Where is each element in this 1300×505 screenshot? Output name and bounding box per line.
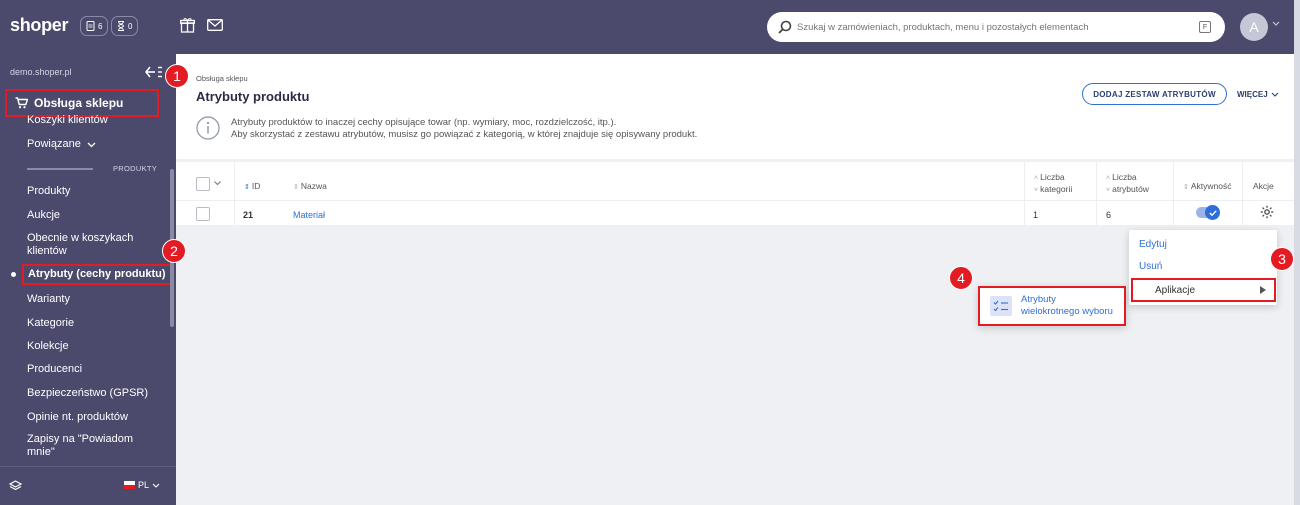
sidebar-section-store-service[interactable]: Obsługa sklepu	[5, 89, 159, 117]
hourglass-icon	[118, 21, 124, 31]
more-menu[interactable]: WIĘCEJ	[1237, 90, 1279, 99]
more-label: WIĘCEJ	[1237, 90, 1268, 99]
language-label: PL	[138, 480, 150, 490]
gift-icon[interactable]	[180, 17, 195, 33]
column-divider	[1173, 162, 1174, 225]
toggle-knob	[1205, 205, 1220, 220]
submenu-line-2: wielokrotnego wyboru	[1021, 306, 1113, 317]
sidebar-item-categories[interactable]: Kategorie	[27, 317, 74, 330]
sidebar-item-collections[interactable]: Kolekcje	[27, 340, 69, 353]
page-title: Atrybuty produktu	[196, 89, 310, 104]
orders-count: 6	[98, 21, 103, 31]
row-id: 21	[243, 210, 254, 220]
step-badge-2: 2	[162, 239, 186, 263]
breadcrumb[interactable]: Obsługa sklepu	[196, 74, 248, 83]
applications-submenu: Atrybuty wielokrotnego wyboru	[978, 286, 1126, 326]
sidebar-category-label: PRODUKTY	[113, 164, 158, 173]
info-icon	[196, 116, 220, 140]
row-checkbox[interactable]	[196, 207, 210, 221]
sidebar-item-auctions[interactable]: Aukcje	[27, 209, 60, 222]
header-categories-count[interactable]: ˄ Liczba ˅ kategorii	[1034, 172, 1072, 196]
document-icon	[86, 21, 95, 31]
column-divider	[1024, 162, 1025, 225]
menu-item-label: Aplikacje	[1155, 284, 1196, 296]
step-badge-3: 3	[1270, 247, 1294, 271]
keyboard-shortcut-icon: F	[1199, 21, 1211, 33]
top-bar: shoper 6 0 F A	[0, 0, 1300, 54]
row-actions-menu: Edytuj Usuń Aplikacje	[1129, 230, 1277, 305]
info-line-2: Aby skorzystać z zestawu atrybutów, musi…	[231, 129, 698, 140]
main-content: Obsługa sklepu Atrybuty produktu DODAJ Z…	[176, 54, 1294, 505]
cart-icon	[15, 97, 28, 109]
add-attribute-set-button[interactable]: DODAJ ZESTAW ATRYBUTÓW	[1082, 83, 1227, 105]
page-header: Obsługa sklepu Atrybuty produktu DODAJ Z…	[176, 54, 1294, 159]
pending-count: 0	[128, 21, 133, 31]
attributes-table: ⇕ ID ⇕ Nazwa ˄ Liczba ˅ kategorii ˄ Liczba ˅ a…	[176, 162, 1294, 225]
search-icon	[778, 20, 792, 34]
header-name[interactable]: ⇕ Nazwa	[293, 181, 327, 191]
sidebar-section-label: Obsługa sklepu	[34, 96, 124, 110]
chevron-down-icon	[1271, 92, 1279, 97]
gear-icon[interactable]	[1260, 205, 1274, 219]
pending-counter[interactable]: 0	[111, 16, 139, 36]
global-search[interactable]: F	[767, 12, 1225, 42]
sidebar-item-attributes[interactable]: Atrybuty (cechy produktu)	[22, 264, 172, 285]
search-input[interactable]	[797, 17, 1177, 37]
avatar[interactable]: A	[1240, 13, 1268, 41]
header-actions: Akcje	[1253, 181, 1274, 191]
sidebar-item-producers[interactable]: Producenci	[27, 363, 82, 376]
poland-flag-icon	[124, 481, 135, 489]
menu-item-delete[interactable]: Usuń	[1139, 261, 1162, 272]
column-divider	[1242, 162, 1243, 225]
submenu-line-1: Atrybuty	[1021, 294, 1056, 305]
mail-icon[interactable]	[207, 19, 223, 31]
select-all-checkbox[interactable]	[196, 177, 210, 191]
caret-right-icon	[1260, 286, 1266, 294]
step-badge-1: 1	[165, 64, 189, 88]
sidebar-item-carts[interactable]: Koszyki klientów	[27, 114, 108, 127]
row-categories-count: 1	[1033, 210, 1039, 220]
chevron-down-icon[interactable]	[214, 181, 221, 186]
info-text: Atrybuty produktów to inaczej cechy opis…	[231, 117, 697, 141]
sidebar-item-products[interactable]: Produkty	[27, 185, 70, 198]
active-indicator	[11, 272, 16, 277]
collapse-sidebar-icon[interactable]	[145, 66, 163, 78]
menu-item-edit[interactable]: Edytuj	[1139, 239, 1167, 250]
language-selector[interactable]: PL	[124, 480, 160, 490]
step-badge-4: 4	[949, 266, 973, 290]
row-divider	[176, 200, 1294, 201]
sidebar-item-notify-me[interactable]: Zapisy na "Powiadom mnie"	[27, 433, 142, 459]
sidebar: demo.shoper.pl Obsługa sklepu Koszyki kl…	[0, 54, 176, 505]
chevron-down-icon	[87, 142, 96, 147]
chevron-down-icon[interactable]	[1272, 21, 1280, 27]
submenu-item-multi-choice-attributes[interactable]: Atrybuty wielokrotnego wyboru	[1021, 294, 1113, 318]
sidebar-item-label: Powiązane	[27, 138, 81, 150]
header-active[interactable]: ⇕ Aktywność	[1183, 181, 1232, 191]
sidebar-footer: PL	[0, 466, 176, 505]
checklist-icon	[990, 296, 1012, 316]
sidebar-item-related[interactable]: Powiązane	[27, 138, 96, 151]
active-toggle[interactable]	[1196, 205, 1220, 220]
sidebar-item-gpsr[interactable]: Bezpieczeństwo (GPSR)	[27, 387, 148, 400]
column-divider	[1096, 162, 1097, 225]
orders-counter[interactable]: 6	[80, 16, 109, 36]
shoper-logo[interactable]: shoper	[10, 15, 69, 36]
row-name-link[interactable]: Materiał	[293, 210, 325, 220]
header-id[interactable]: ⇕ ID	[244, 181, 260, 191]
layers-icon[interactable]	[9, 480, 22, 492]
column-divider	[234, 162, 235, 225]
menu-item-applications[interactable]: Aplikacje	[1131, 278, 1276, 302]
sidebar-item-in-carts[interactable]: Obecnie w koszykach klientów	[27, 232, 147, 258]
page-scrollbar-track	[1294, 0, 1300, 505]
check-icon	[1208, 209, 1217, 216]
sidebar-item-variants[interactable]: Warianty	[27, 293, 70, 306]
sidebar-divider	[27, 168, 93, 170]
info-line-1: Atrybuty produktów to inaczej cechy opis…	[231, 117, 617, 128]
sidebar-item-reviews[interactable]: Opinie nt. produktów	[27, 411, 128, 424]
chevron-down-icon	[152, 483, 160, 488]
header-attributes-count[interactable]: ˄ Liczba ˅ atrybutów	[1106, 172, 1149, 196]
store-url[interactable]: demo.shoper.pl	[10, 67, 72, 77]
row-attributes-count: 6	[1106, 210, 1112, 220]
